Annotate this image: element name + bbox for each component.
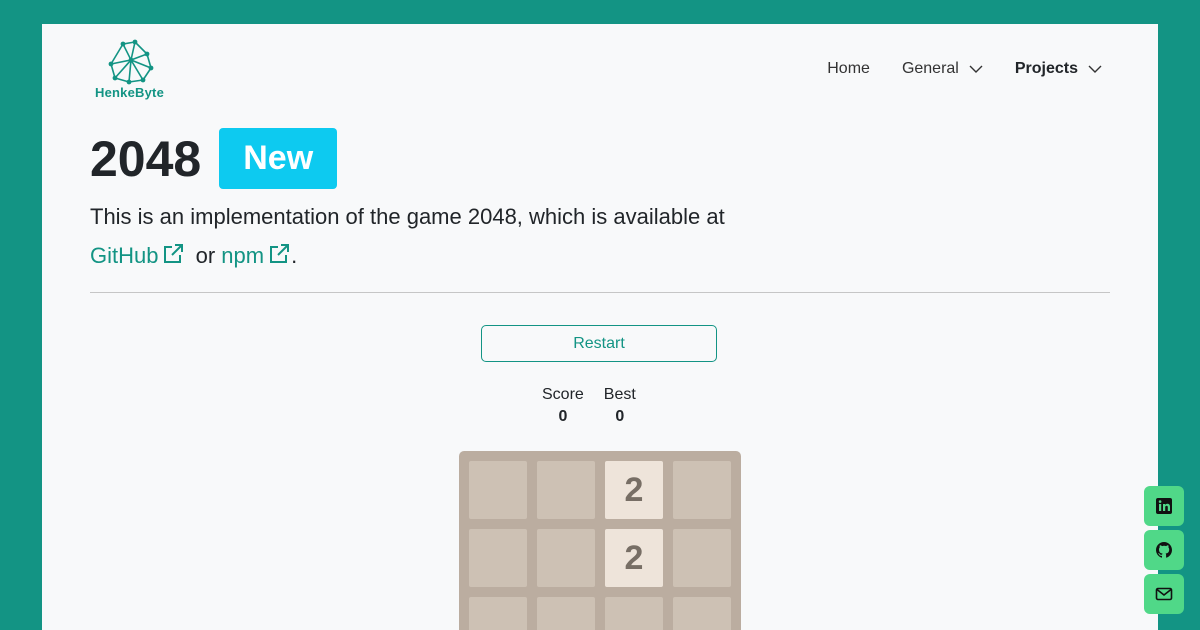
score-panel: Score 0 Best 0 (542, 386, 636, 426)
new-badge: New (219, 128, 338, 189)
github-icon (1156, 542, 1172, 558)
external-link-icon (270, 244, 290, 263)
restart-button[interactable]: Restart (481, 325, 717, 362)
grid-cell (673, 597, 731, 630)
grid-cell (469, 461, 527, 519)
best-value: 0 (615, 408, 625, 425)
best-label: Best (603, 386, 636, 403)
or-text: or (195, 243, 216, 268)
score-value: 0 (558, 408, 568, 425)
npm-link[interactable]: npm (221, 243, 295, 268)
grid-cell (537, 461, 595, 519)
grid-cell (469, 597, 527, 630)
github-button[interactable] (1144, 530, 1184, 570)
nav-home[interactable]: Home (827, 60, 870, 78)
title-row: 2048 New (90, 128, 338, 189)
github-link[interactable]: GitHub (90, 243, 189, 268)
npm-link-label: npm (221, 243, 265, 268)
linkedin-icon (1156, 498, 1172, 514)
mail-icon (1155, 587, 1173, 601)
grid-cell (537, 597, 595, 630)
github-link-label: GitHub (90, 243, 159, 268)
score-label: Score (542, 386, 584, 403)
nav-projects-label: Projects (1014, 60, 1078, 77)
tile-2: 2 (605, 529, 663, 587)
grid-cell (673, 529, 731, 587)
grid-cell (537, 529, 595, 587)
grid-cell (469, 529, 527, 587)
page-title: 2048 (90, 130, 202, 187)
nav-projects[interactable]: Projects (1015, 60, 1102, 78)
page-container: HenkeByte Home General Projects 2048 New… (42, 24, 1158, 630)
description-text: This is an implementation of the game 20… (90, 204, 725, 229)
divider (90, 292, 1110, 293)
grid-cell (673, 461, 731, 519)
nav-home-label: Home (827, 60, 870, 77)
chevron-down-icon (1088, 65, 1102, 73)
grid-cell (605, 597, 663, 630)
score-block: Score 0 (542, 386, 584, 426)
description: This is an implementation of the game 20… (90, 197, 790, 275)
chevron-down-icon (969, 65, 983, 73)
nav-general-label: General (901, 60, 959, 77)
external-link-icon (164, 244, 184, 263)
mail-button[interactable] (1144, 574, 1184, 614)
nav-general[interactable]: General (902, 60, 983, 78)
brand-name[interactable]: HenkeByte (95, 85, 164, 100)
tile-2: 2 (605, 461, 663, 519)
main-nav: Home General Projects (827, 60, 1102, 78)
period-text: . (291, 243, 298, 268)
linkedin-button[interactable] (1144, 486, 1184, 526)
best-block: Best 0 (604, 386, 636, 426)
game-board[interactable]: 22 (459, 451, 741, 630)
